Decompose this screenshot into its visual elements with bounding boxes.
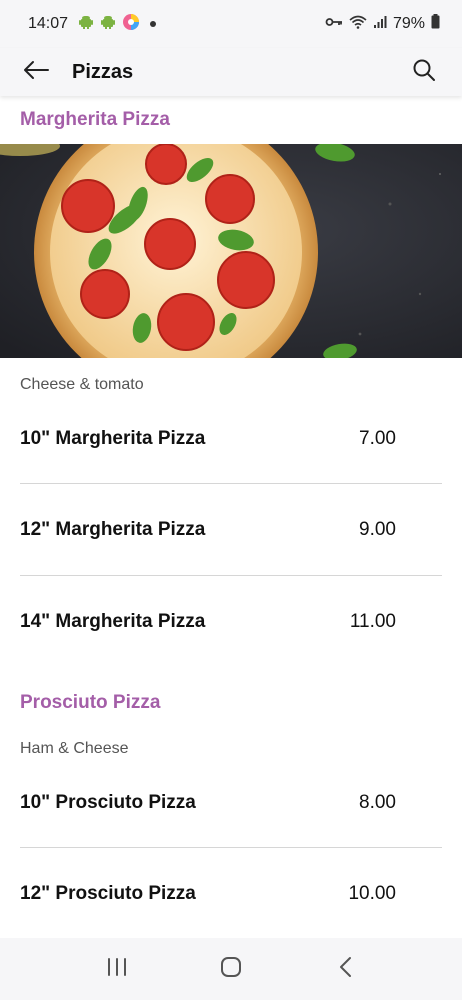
android-icon [78,14,94,35]
search-icon [412,58,436,87]
home-icon [220,956,242,983]
menu-content[interactable]: Margherita Pizza Cheese & tomato 10" Mar… [0,96,462,938]
item-price: 7.00 [359,427,396,449]
menu-item[interactable]: 12" Prosciuto Pizza 10.00 [20,848,442,938]
item-name: 10" Margherita Pizza [20,427,206,449]
recent-apps-icon [106,957,128,982]
item-price: 9.00 [359,518,396,540]
margherita-pizza-image [0,144,462,358]
menu-item[interactable]: 10" Margherita Pizza 7.00 [20,394,442,484]
recent-apps-button[interactable] [93,945,141,993]
status-time: 14:07 [28,15,69,32]
battery-percent: 79% [392,15,425,32]
app-bar: Pizzas [0,48,462,96]
battery-icon [431,14,440,34]
back-button[interactable] [12,48,60,96]
menu-item[interactable]: 10" Prosciuto Pizza 8.00 [20,758,442,848]
notification-dot-icon [150,21,157,27]
home-button[interactable] [207,945,255,993]
status-right: 79% [325,14,440,34]
item-name: 12" Prosciuto Pizza [20,882,196,904]
status-bar: 14:07 79% [0,0,462,48]
section-title-margherita: Margherita Pizza [20,109,170,130]
item-name: 12" Margherita Pizza [20,518,206,540]
search-button[interactable] [406,54,442,90]
item-name: 14" Margherita Pizza [20,611,206,632]
page-title: Pizzas [72,60,134,83]
item-price: 11.00 [349,611,396,632]
item-name: 10" Prosciuto Pizza [20,791,196,813]
section-description-margherita: Cheese & tomato [20,376,144,393]
back-nav-button[interactable] [321,945,369,993]
navigation-bar [0,938,462,1000]
signal-icon [373,15,387,34]
back-nav-icon [338,956,352,983]
android-icon [100,14,116,35]
menu-item[interactable]: 12" Margherita Pizza 9.00 [20,484,442,576]
menu-item[interactable]: 14" Margherita Pizza 11.00 [20,576,442,668]
item-price: 8.00 [359,791,396,813]
wifi-icon [349,15,367,34]
section-description-prosciuto: Ham & Cheese [20,740,129,757]
vpn-key-icon [325,15,343,33]
app-icon [122,13,140,36]
arrow-left-icon [23,60,49,85]
section-title-prosciuto: Prosciuto Pizza [20,692,161,713]
status-left: 14:07 [28,13,157,36]
item-price: 10.00 [348,882,396,904]
